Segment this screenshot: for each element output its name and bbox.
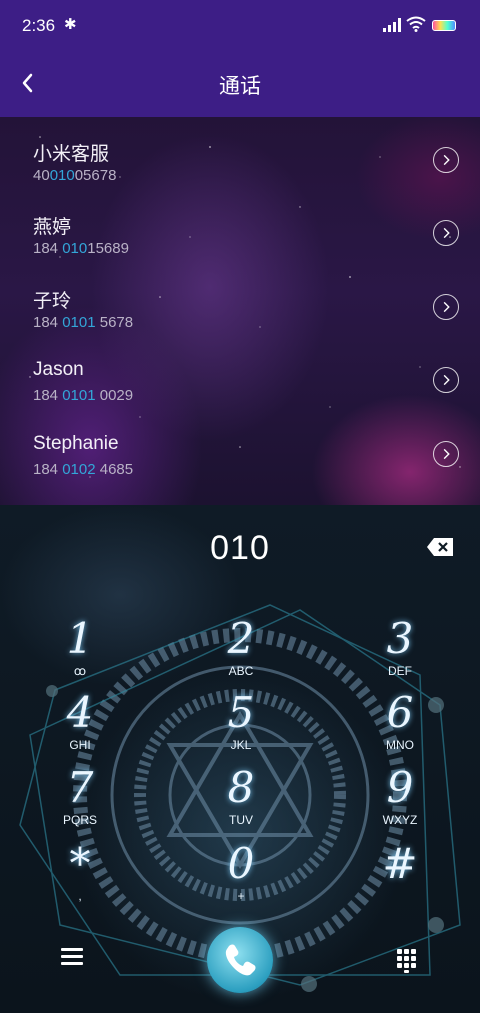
result-row[interactable]: 小米客服 4001005678 [0,125,480,197]
wifi-icon [406,16,426,32]
contact-number: 184 0101 5678 [33,314,134,331]
contact-name: Stephanie [33,433,119,454]
phone-icon [225,944,256,976]
contact-number: 4001005678 [33,167,117,184]
key-0[interactable]: 0 + [186,842,296,912]
search-results: 小米客服 4001005678 燕婷 184 01015689 子玲 184 0… [0,117,480,505]
key-4[interactable]: 4 GHI [25,691,135,761]
battery-icon [432,20,456,31]
contact-number: 184 0101 0029 [33,387,134,404]
contact-name: Jason [33,359,84,380]
chevron-right-icon[interactable] [433,220,459,246]
menu-button[interactable] [61,948,85,968]
chevron-right-icon[interactable] [433,147,459,173]
chevron-right-icon[interactable] [433,294,459,320]
voicemail-icon: ꝏ [73,664,87,678]
key-7[interactable]: 7 PQRS [25,766,135,836]
key-6[interactable]: 6 MNO [345,691,455,761]
status-time: 2:36 [22,16,56,35]
key-8[interactable]: 8 TUV [186,766,296,836]
chevron-right-icon[interactable] [433,367,459,393]
contact-number: 184 01015689 [33,240,129,257]
contact-name: 小米客服 [33,144,110,165]
call-button[interactable] [207,927,273,993]
page-title: 通话 [219,75,261,98]
key-9[interactable]: 9 WXYZ [345,766,455,836]
result-row[interactable]: 燕婷 184 01015689 [0,198,480,270]
dialed-number: 010 [210,529,270,567]
contact-name: 燕婷 [33,217,72,238]
dialpad-toggle-button[interactable] [397,949,417,973]
key-star[interactable]: *, [25,842,135,912]
dialer-pad: 010 1ꝏ 2 ABC 3 DEF 4 GHI 5 JKL 6 MNO 7 PQRS 8T… [0,505,480,1013]
signal-icon [383,18,403,32]
chevron-right-icon[interactable] [433,441,459,467]
result-row[interactable]: Jason 184 0101 0029 [0,345,480,417]
contact-number: 184 0102 4685 [33,461,134,478]
status-bar: 2:36 ✱ [0,0,480,52]
result-row[interactable]: 子玲 184 0101 5678 [0,272,480,344]
top-bar: 2:36 ✱ 通话 [0,0,480,117]
key-1[interactable]: 1ꝏ [25,617,135,687]
bluetooth-icon: ✱ [64,16,77,33]
key-5[interactable]: 5 JKL [186,691,296,761]
key-2[interactable]: 2 ABC [186,617,296,687]
key-hash[interactable]: # [345,842,455,912]
key-3[interactable]: 3 DEF [345,617,455,687]
result-row[interactable]: Stephanie 184 0102 4685 [0,419,480,491]
backspace-button[interactable] [426,537,454,557]
contact-name: 子玲 [33,291,72,312]
